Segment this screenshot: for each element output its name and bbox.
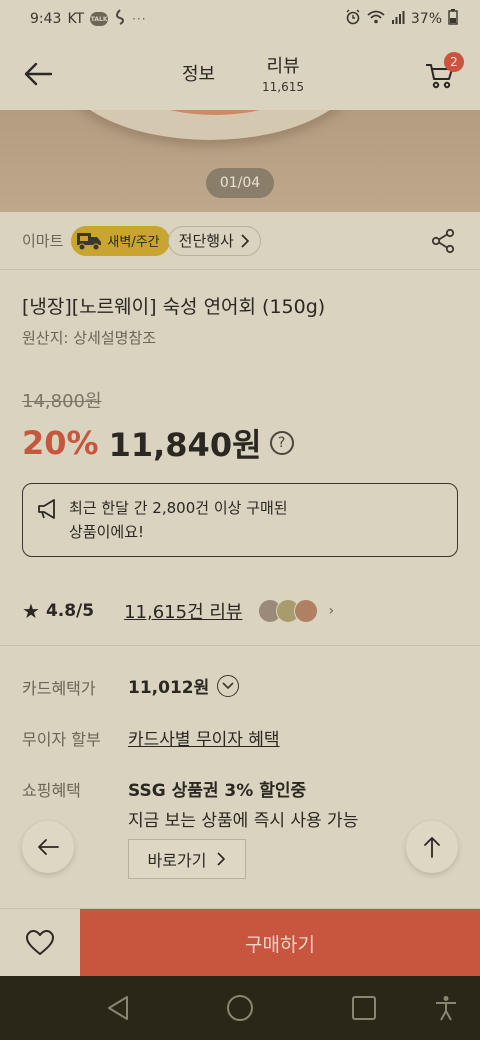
installment-link[interactable]: 카드사별 무이자 혜택 <box>128 725 280 750</box>
event-chip-label: 전단행사 <box>178 232 234 250</box>
nav-recents-button[interactable] <box>344 988 384 1028</box>
tab-review-count: 11,615 <box>262 80 304 94</box>
review-thumbnail <box>294 599 319 623</box>
nav-back-icon <box>108 996 128 1020</box>
wishlist-button[interactable] <box>0 909 80 977</box>
rating-score: 4.8/5 <box>45 601 95 621</box>
system-navigation-bar <box>0 976 480 1040</box>
status-bar: 9:43 KT TALK ··· 37% <box>0 0 480 38</box>
notice-text-line2: 상품이에요! <box>69 523 145 541</box>
heart-icon <box>26 930 54 955</box>
accessibility-button[interactable] <box>426 988 466 1028</box>
card-benefit-price[interactable]: 11,012원 <box>128 673 240 698</box>
review-count-link[interactable]: 11,615건 리뷰 <box>124 598 242 624</box>
product-origin: 원산지: 상세설명참조 <box>22 329 157 347</box>
event-chip[interactable]: 전단행사 <box>167 225 261 256</box>
battery-level: 37% <box>410 11 442 27</box>
app-notification-icon <box>114 9 126 29</box>
megaphone-icon <box>38 499 55 519</box>
battery-icon <box>448 9 458 29</box>
tab-review-label: 리뷰 <box>266 56 300 77</box>
arrow-left-icon <box>24 62 53 86</box>
scroll-top-button[interactable] <box>406 821 458 873</box>
status-carrier: KT <box>67 11 85 27</box>
tab-review[interactable]: 리뷰 11,615 <box>262 52 304 94</box>
cart-count-badge: 2 <box>444 52 464 72</box>
goto-button[interactable]: 바로가기 <box>128 839 246 879</box>
bottom-action-bar: 구매하기 <box>0 908 480 977</box>
rating-row: ★ 4.8/5 11,615건 리뷰 › <box>22 596 462 626</box>
tab-info[interactable]: 정보 <box>182 60 215 86</box>
status-time: 9:43 <box>30 11 62 27</box>
shopping-benefit-label: 쇼핑혜택 <box>22 781 81 800</box>
goto-button-label: 바로가기 <box>147 851 207 870</box>
chevron-right-icon <box>241 233 249 248</box>
card-price-value: 11,012원 <box>128 678 210 698</box>
accessibility-icon <box>436 996 456 1021</box>
back-button[interactable] <box>18 56 58 92</box>
notice-text-line1: 최근 한달 간 2,800건 이상 구매된 <box>69 499 288 517</box>
brand-name[interactable]: 이마트 <box>22 230 63 251</box>
nav-home-icon <box>227 995 253 1021</box>
delivery-truck-icon <box>77 232 102 250</box>
nav-back-button[interactable] <box>98 988 138 1028</box>
chevron-down-icon <box>217 674 240 697</box>
review-thumbnails[interactable] <box>258 599 319 623</box>
price-info-icon[interactable]: ? <box>269 431 294 455</box>
card-benefit-label: 카드혜택가 <box>22 679 96 698</box>
star-icon: ★ <box>22 599 40 623</box>
talk-notification-icon: TALK <box>90 12 109 26</box>
more-notifications-icon: ··· <box>132 12 147 26</box>
purchase-notice: 최근 한달 간 2,800건 이상 구매된 상품이에요! <box>22 483 458 557</box>
shopping-benefit-title: SSG 상품권 3% 할인중 <box>128 781 307 801</box>
section-divider <box>0 645 480 646</box>
buy-button[interactable]: 구매하기 <box>80 909 480 977</box>
top-header: 정보 리뷰 11,615 2 <box>0 38 480 110</box>
alarm-icon <box>345 9 361 29</box>
floating-back-button[interactable] <box>22 821 74 873</box>
nav-home-button[interactable] <box>220 988 260 1028</box>
sale-price: 11,840원 <box>108 426 262 464</box>
gallery-page-indicator: 01/04 <box>206 168 274 198</box>
original-price: 14,800원 <box>22 391 102 412</box>
nav-recents-icon <box>352 996 376 1020</box>
discount-rate: 20% <box>22 424 99 462</box>
share-icon <box>431 228 455 254</box>
arrow-up-icon <box>424 837 440 858</box>
sale-price-row: 20% 11,840원 ? <box>22 420 294 466</box>
shopping-benefit-desc: 지금 보는 상품에 즉시 사용 가능 <box>128 811 359 831</box>
chevron-right-icon <box>217 852 226 866</box>
product-title: [냉장][노르웨이] 숙성 연어회 (150g) <box>22 296 326 318</box>
product-image-gallery[interactable]: 01/04 <box>0 110 480 212</box>
signal-icon <box>391 10 405 28</box>
wifi-icon <box>367 10 385 28</box>
installment-label: 무이자 할부 <box>22 730 101 749</box>
arrow-left-icon <box>38 839 59 855</box>
delivery-badge-label: 새벽/주간 <box>107 235 160 250</box>
delivery-badge: 새벽/주간 <box>71 225 170 256</box>
chevron-right-icon[interactable]: › <box>328 603 334 619</box>
brand-row: 이마트 새벽/주간 전단행사 <box>0 212 480 270</box>
share-button[interactable] <box>430 228 456 254</box>
